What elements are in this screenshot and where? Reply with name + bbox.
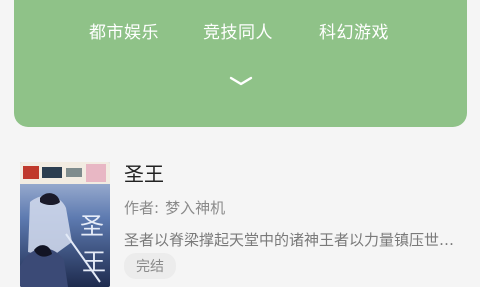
category-panel: 都市娱乐 竞技同人 科幻游戏 bbox=[14, 0, 467, 127]
category-item-urban[interactable]: 都市娱乐 bbox=[89, 18, 159, 43]
author-label: 作者: bbox=[124, 199, 160, 217]
book-author: 作者: 梦入神机 bbox=[124, 197, 225, 218]
book-list-item[interactable]: 圣 王 圣王 作者: 梦入神机 圣者以脊梁撑起天堂中的诸神王者以力量镇压世间一切敌… bbox=[0, 127, 480, 287]
cover-title-char-2: 王 bbox=[82, 248, 106, 276]
author-name: 梦入神机 bbox=[165, 199, 226, 217]
category-item-scifi[interactable]: 科幻游戏 bbox=[319, 18, 389, 43]
book-description: 圣者以脊梁撑起天堂中的诸神王者以力量镇压世间一切敌 bbox=[124, 231, 468, 249]
status-badge: 完结 bbox=[124, 253, 176, 279]
cover-title-char-1: 圣 bbox=[80, 212, 104, 240]
book-cover[interactable]: 圣 王 bbox=[20, 162, 110, 287]
cover-art: 圣 王 bbox=[20, 162, 110, 287]
book-title: 圣王 bbox=[124, 162, 164, 186]
category-item-competitive[interactable]: 竞技同人 bbox=[203, 18, 273, 43]
chevron-down-icon[interactable] bbox=[228, 74, 254, 88]
